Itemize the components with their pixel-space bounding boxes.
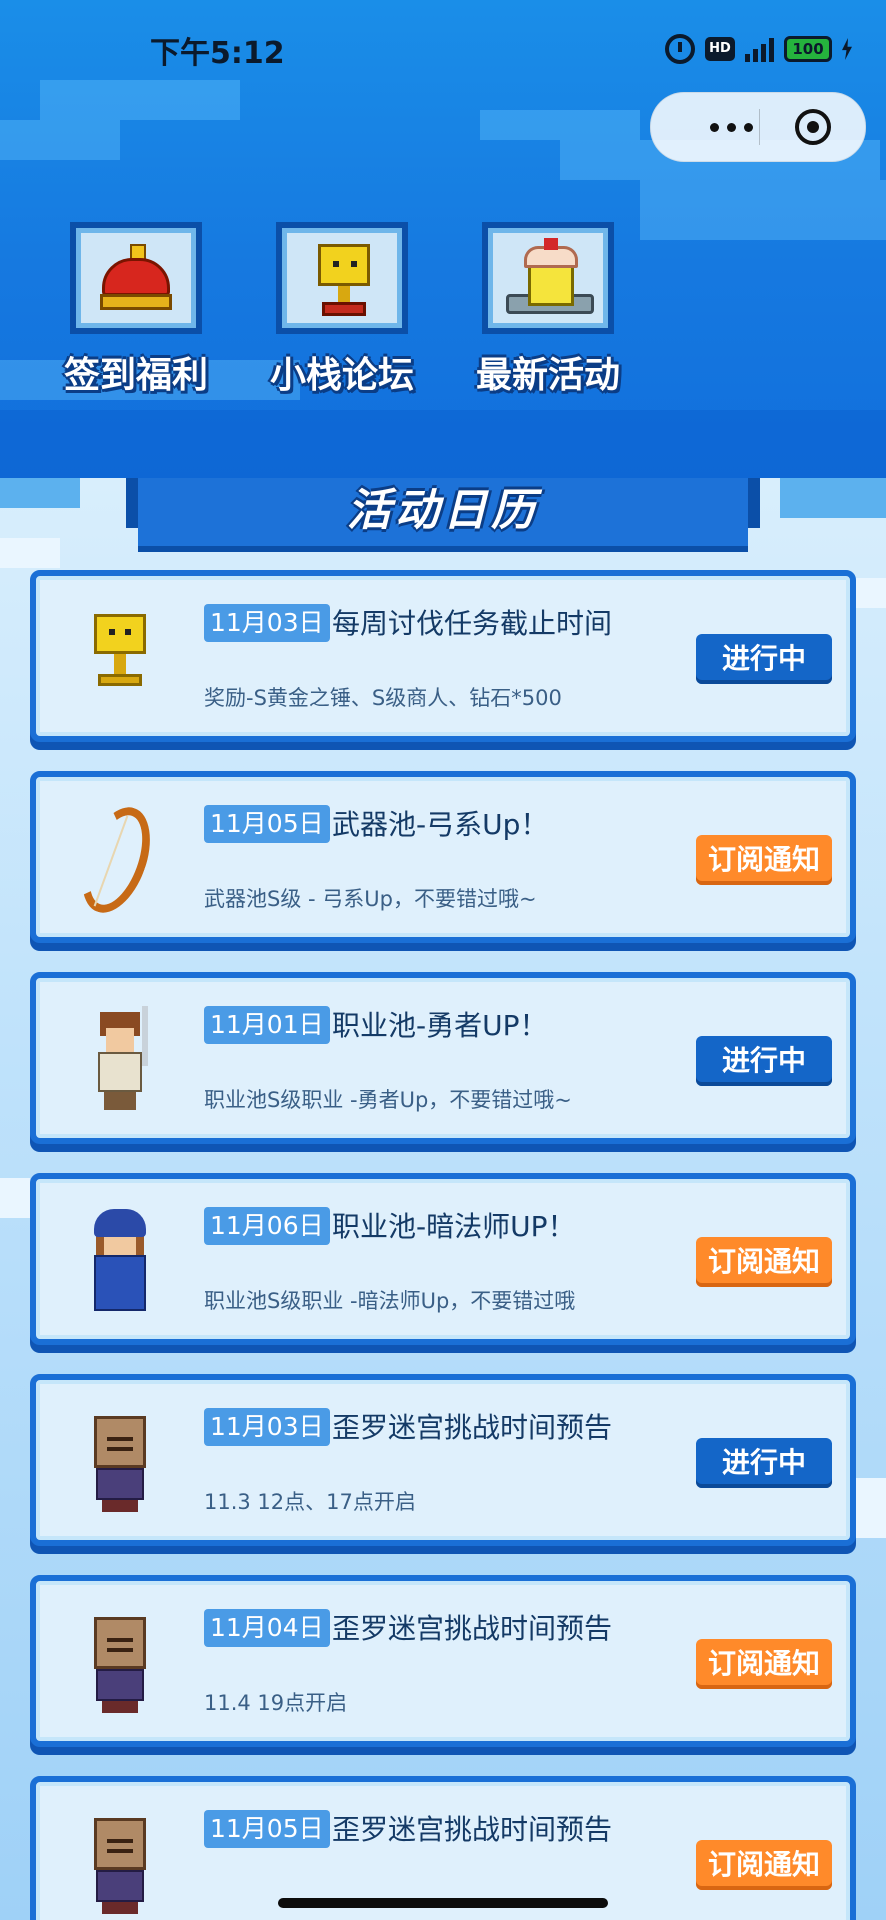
bg-cloud (0, 1178, 30, 1218)
signal-icon (745, 36, 774, 62)
quick-nav-signin[interactable]: 签到福利 (56, 222, 216, 398)
event-title: 每周讨伐任务截止时间 (332, 607, 613, 640)
capsule-divider (759, 109, 760, 145)
calendar-section: 活动日历 11月03日 每周讨伐任务截止时间 奖励-S黄金之锤、S级商人、钻石*… (0, 478, 886, 1920)
calendar-banner: 活动日历 (126, 478, 760, 552)
bg-pixel (0, 478, 80, 508)
trophy-icon (80, 604, 160, 708)
event-card[interactable]: 11月01日 职业池-勇者UP！ 职业池S级职业 -勇者Up，不要错过哦~ 进行… (30, 972, 856, 1144)
status-bar: 下午5:12 HD 100 (0, 0, 886, 100)
event-date: 11月01日 (204, 1006, 330, 1044)
hero-icon (80, 1006, 160, 1110)
event-card[interactable]: 11月06日 职业池-暗法师UP！ 职业池S级职业 -暗法师Up，不要错过哦 订… (30, 1173, 856, 1345)
event-description: 11.4 19点开启 (204, 1691, 348, 1715)
subscribe-button[interactable]: 订阅通知 (696, 1840, 832, 1890)
app-root: 下午5:12 HD 100 签到福利 小栈论坛 最新活动 活动日历 11月03日… (0, 0, 886, 1920)
status-time: 下午5:12 (150, 36, 285, 71)
event-description: 奖励-S黄金之锤、S级商人、钻石*500 (204, 686, 562, 710)
event-description: 职业池S级职业 -暗法师Up，不要错过哦 (204, 1289, 576, 1313)
event-title: 职业池-暗法师UP！ (332, 1210, 576, 1243)
bg-pixel (0, 410, 886, 478)
battery-icon: 100 (784, 36, 832, 62)
bow-icon (68, 798, 164, 922)
target-icon[interactable] (795, 109, 831, 145)
event-card[interactable]: 11月03日 每周讨伐任务截止时间 奖励-S黄金之锤、S级商人、钻石*500 进… (30, 570, 856, 742)
more-dots-icon[interactable] (681, 93, 781, 161)
in-progress-button[interactable]: 进行中 (696, 634, 832, 684)
event-date: 11月03日 (204, 604, 330, 642)
event-title: 武器池-弓系Up！ (332, 808, 549, 841)
event-card[interactable]: 11月05日 武器池-弓系Up！ 武器池S级 - 弓系Up，不要错过哦~ 订阅通… (30, 771, 856, 943)
trophy-icon (312, 240, 376, 322)
header-banner: 下午5:12 HD 100 签到福利 小栈论坛 最新活动 (0, 0, 886, 478)
quick-nav-frame (276, 222, 408, 334)
event-date: 11月05日 (204, 1810, 330, 1848)
quick-nav-frame (482, 222, 614, 334)
bag-head-icon (80, 1609, 160, 1713)
bag-head-icon (80, 1810, 160, 1914)
bg-pixel (640, 180, 886, 240)
mage-icon (80, 1207, 160, 1311)
home-indicator[interactable] (278, 1898, 608, 1908)
in-progress-button[interactable]: 进行中 (696, 1036, 832, 1086)
bg-pixel (0, 120, 120, 160)
event-card[interactable]: 11月03日 歪罗迷宫挑战时间预告 11.3 12点、17点开启 进行中 (30, 1374, 856, 1546)
miniprogram-capsule (650, 92, 866, 162)
crown-icon (96, 244, 176, 316)
bg-pixel (480, 110, 640, 140)
quick-nav-label: 最新活动 (475, 355, 620, 396)
calendar-title: 活动日历 (347, 485, 539, 536)
in-progress-button[interactable]: 进行中 (696, 1438, 832, 1488)
quick-nav-events[interactable]: 最新活动 (468, 222, 628, 398)
bg-cloud (856, 1478, 886, 1538)
quick-nav-forum[interactable]: 小栈论坛 (262, 222, 422, 398)
event-title: 职业池-勇者UP！ (332, 1009, 548, 1042)
charging-icon (842, 38, 852, 60)
event-date: 11月04日 (204, 1609, 330, 1647)
event-description: 11.3 12点、17点开启 (204, 1490, 416, 1514)
bg-cloud (0, 538, 60, 568)
quick-nav-frame (70, 222, 202, 334)
quick-nav-label: 签到福利 (63, 355, 208, 396)
bg-pixel (780, 478, 886, 518)
event-date: 11月05日 (204, 805, 330, 843)
alarm-icon (665, 34, 695, 64)
quick-nav-label: 小栈论坛 (269, 355, 414, 396)
event-date: 11月06日 (204, 1207, 330, 1245)
event-card[interactable]: 11月04日 歪罗迷宫挑战时间预告 11.4 19点开启 订阅通知 (30, 1575, 856, 1747)
bag-head-icon (80, 1408, 160, 1512)
subscribe-button[interactable]: 订阅通知 (696, 835, 832, 885)
event-title: 歪罗迷宫挑战时间预告 (332, 1813, 613, 1846)
event-description: 职业池S级职业 -勇者Up，不要错过哦~ (204, 1088, 572, 1112)
subscribe-button[interactable]: 订阅通知 (696, 1639, 832, 1689)
subscribe-button[interactable]: 订阅通知 (696, 1237, 832, 1287)
event-title: 歪罗迷宫挑战时间预告 (332, 1411, 613, 1444)
event-description: 武器池S级 - 弓系Up，不要错过哦~ (204, 887, 537, 911)
event-title: 歪罗迷宫挑战时间预告 (332, 1612, 613, 1645)
event-date: 11月03日 (204, 1408, 330, 1446)
status-icons: HD 100 (665, 34, 852, 64)
cake-icon (502, 238, 598, 322)
hd-icon: HD (705, 37, 735, 61)
